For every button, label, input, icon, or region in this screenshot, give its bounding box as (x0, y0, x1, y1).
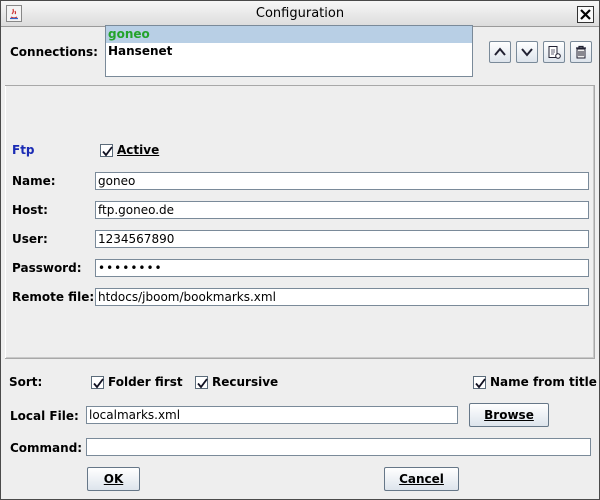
chevron-down-icon (521, 48, 533, 57)
local-file-label: Local File: (10, 409, 79, 423)
folder-first-label: Folder first (108, 375, 183, 389)
remote-file-label: Remote file: (12, 290, 95, 304)
local-file-field[interactable]: localmarks.xml (86, 406, 458, 424)
sort-label: Sort: (9, 375, 43, 389)
recursive-label: Recursive (212, 375, 279, 389)
copy-button[interactable] (543, 41, 565, 63)
ftp-label: Ftp (12, 143, 35, 157)
trash-icon (576, 45, 586, 59)
cancel-label: Cancel (399, 472, 444, 486)
copy-icon (548, 46, 561, 59)
active-checkbox[interactable] (100, 144, 113, 157)
checkmark-icon (475, 378, 486, 389)
window-title: Configuration (255, 6, 345, 21)
checkmark-icon (197, 378, 208, 389)
command-label: Command: (10, 441, 83, 455)
configuration-dialog: Configuration Connections: goneo Hansene… (0, 0, 600, 500)
remote-file-field[interactable]: htdocs/jboom/bookmarks.xml (95, 288, 589, 306)
close-icon (580, 9, 591, 20)
active-label-text: Active (117, 143, 160, 157)
browse-label: Browse (484, 408, 534, 422)
connections-list[interactable]: goneo Hansenet (105, 25, 473, 77)
ftp-panel (5, 85, 595, 359)
browse-button[interactable]: Browse (469, 403, 549, 427)
ok-label: OK (103, 472, 124, 486)
host-label: Host: (12, 203, 48, 217)
checkmark-icon (93, 378, 104, 389)
name-label: Name: (12, 174, 56, 188)
delete-button[interactable] (570, 41, 592, 63)
connections-label: Connections: (10, 45, 98, 59)
panel-divider-top (5, 85, 595, 86)
host-field[interactable]: ftp.goneo.de (95, 201, 589, 219)
checkmark-icon (102, 146, 113, 157)
user-label: User: (12, 232, 48, 246)
recursive-checkbox[interactable] (195, 376, 208, 389)
password-label: Password: (12, 261, 82, 275)
close-button[interactable] (577, 6, 594, 23)
command-field[interactable] (86, 438, 591, 456)
ok-button[interactable]: OK (87, 467, 140, 491)
move-up-button[interactable] (489, 41, 511, 63)
active-label: Active (117, 143, 159, 157)
user-field[interactable]: 1234567890 (95, 230, 589, 248)
password-field[interactable]: •••••••• (95, 259, 589, 277)
name-field[interactable]: goneo (95, 172, 589, 190)
list-item[interactable]: Hansenet (106, 43, 472, 60)
chevron-up-icon (494, 47, 506, 56)
list-item[interactable]: goneo (106, 26, 472, 43)
title-bar[interactable]: Configuration (1, 1, 599, 27)
name-from-title-label: Name from title (490, 375, 597, 389)
move-down-button[interactable] (516, 41, 538, 63)
name-from-title-checkbox[interactable] (473, 376, 486, 389)
panel-divider-bottom (5, 358, 595, 359)
cancel-button[interactable]: Cancel (384, 467, 459, 491)
folder-first-checkbox[interactable] (91, 376, 104, 389)
